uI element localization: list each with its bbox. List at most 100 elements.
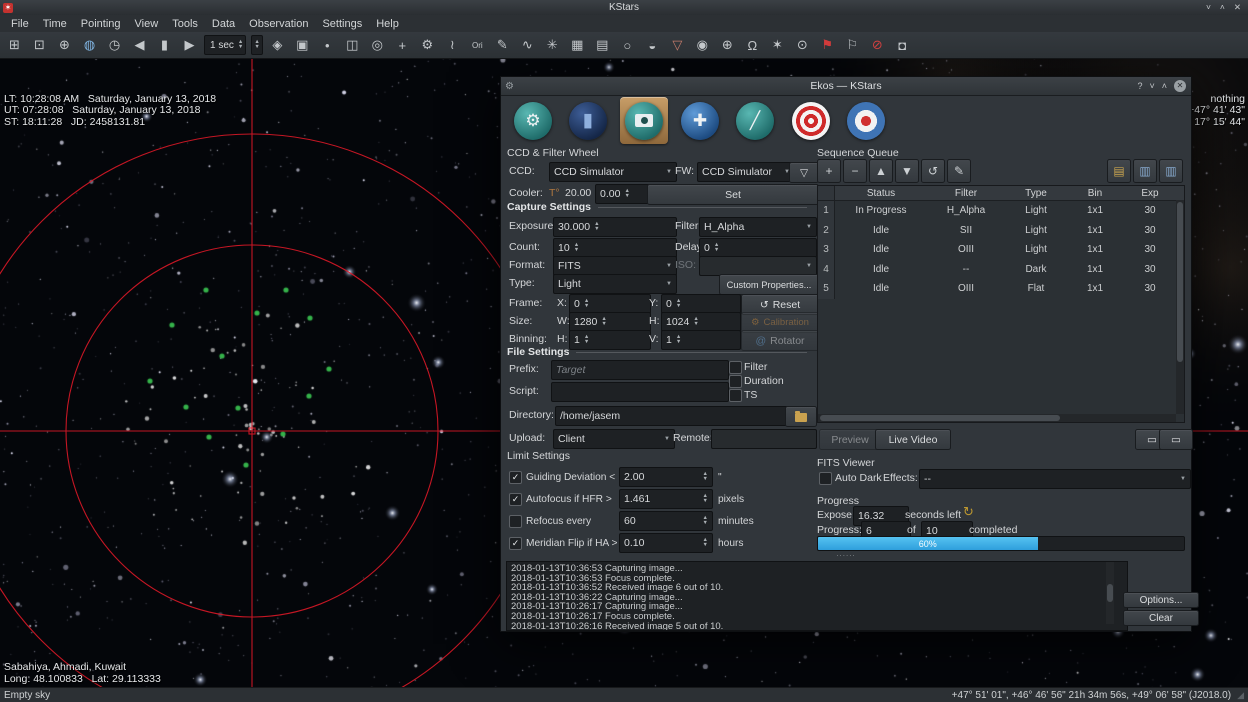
splitter-handle[interactable]: ...... [501, 550, 1191, 558]
horizontal-grid-icon[interactable]: ▤ [593, 36, 612, 55]
constellation-names-icon[interactable]: Ori [468, 36, 487, 55]
options-button[interactable]: Options... [1123, 592, 1199, 608]
main-titlebar[interactable]: ✶ KStars [0, 0, 1248, 16]
track-object-icon[interactable]: • [318, 36, 337, 55]
tab-mount[interactable]: ╱ [731, 97, 779, 144]
menu-item[interactable]: Tools [165, 17, 205, 31]
star-hopper-icon[interactable]: ✶ [768, 36, 787, 55]
menu-item[interactable]: Pointing [74, 17, 128, 31]
find-object-icon[interactable]: ⊡ [30, 36, 49, 55]
lock-position-icon[interactable]: Ω [743, 36, 762, 55]
equatorial-grid-icon[interactable]: ▦ [568, 36, 587, 55]
type-select[interactable]: Light [553, 274, 677, 294]
frame-x-spinbox[interactable]: 0 [569, 294, 651, 314]
set-time-icon[interactable]: ◷ [105, 36, 124, 55]
tab-guide[interactable] [787, 97, 835, 144]
table-vertical-scrollbar[interactable] [1176, 200, 1184, 414]
tab-setup[interactable]: ⚙ [509, 97, 557, 144]
limit-checkbox[interactable]: ✓ [509, 493, 522, 506]
constellation-lines-icon[interactable]: ∿ [518, 36, 537, 55]
column-status[interactable]: Status [835, 188, 927, 199]
limit-spinbox[interactable]: 1.461 [619, 489, 713, 509]
column-exp[interactable]: Exp [1123, 188, 1177, 199]
unshade-icon[interactable] [1162, 81, 1167, 91]
internet-link-icon[interactable]: ≀ [443, 36, 462, 55]
sequence-row[interactable]: 5 Idle OIII Flat 1x1 30 [818, 279, 1184, 299]
fits-preview-button[interactable]: ▭ [1159, 429, 1193, 450]
add-job-icon[interactable]: + [817, 159, 841, 183]
directory-input[interactable]: /home/jasem [555, 406, 791, 426]
focus-point-icon[interactable]: ◈ [268, 36, 287, 55]
tab-focus[interactable]: ✚ [676, 97, 724, 144]
remove-job-icon[interactable]: − [843, 159, 867, 183]
log-output[interactable]: 2018-01-13T10:36:53 Capturing image...20… [506, 561, 1128, 631]
filter-select[interactable]: H_Alpha [699, 217, 817, 237]
time-step-back-icon[interactable]: ◀ [130, 36, 149, 55]
time-info-box[interactable]: LT: 10:28:08 AM Saturday, January 13, 20… [4, 59, 216, 128]
edit-job-icon[interactable]: ✎ [947, 159, 971, 183]
fw-select[interactable]: CCD Simulator [697, 162, 795, 182]
limit-checkbox[interactable]: ✓ [509, 471, 522, 484]
menu-item[interactable]: Observation [242, 17, 315, 31]
ecliptic-icon[interactable]: ○ [618, 36, 637, 55]
log-scrollbar[interactable] [1106, 562, 1114, 624]
shade-icon[interactable] [1149, 81, 1154, 91]
add-deep-sky-icon[interactable]: + [393, 36, 412, 55]
custom-properties-button[interactable]: Custom Properties... [719, 274, 819, 295]
observation-flag-icon[interactable]: ⚑ [818, 36, 837, 55]
whats-interesting-icon[interactable]: ◉ [693, 36, 712, 55]
deep-sky-objects-icon[interactable]: ✳ [543, 36, 562, 55]
zoom-in-icon[interactable]: ⊕ [55, 36, 74, 55]
filter-checkbox[interactable] [729, 361, 742, 374]
time-step-spinbox[interactable]: 1 sec [204, 35, 246, 55]
add-flag-icon[interactable]: ⚐ [843, 36, 862, 55]
menu-item[interactable]: File [4, 17, 36, 31]
upload-select[interactable]: Client [553, 429, 675, 449]
limit-spinbox[interactable]: 2.00 [619, 467, 713, 487]
duration-checkbox[interactable] [729, 375, 742, 388]
fov-symbol-icon[interactable]: ◎ [368, 36, 387, 55]
constellation-art-icon[interactable]: ✎ [493, 36, 512, 55]
resize-grip[interactable] [1231, 690, 1244, 701]
column-type[interactable]: Type [1005, 188, 1067, 199]
tab-capture[interactable] [620, 97, 668, 144]
count-spinbox[interactable]: 10 [553, 238, 677, 258]
sequence-row[interactable]: 2 Idle SII Light 1x1 30 [818, 221, 1184, 241]
menu-item[interactable]: Time [36, 17, 74, 31]
limit-checkbox[interactable]: ✓ [509, 537, 522, 550]
unshade-icon[interactable] [1220, 2, 1225, 13]
script-input[interactable] [551, 382, 729, 402]
zoom-to-fit-icon[interactable]: ⊞ [5, 36, 24, 55]
capture-image-icon[interactable]: ▣ [293, 36, 312, 55]
filter-manager-button[interactable]: ▽ [789, 162, 819, 183]
shade-icon[interactable] [1206, 2, 1211, 13]
tab-align[interactable] [842, 97, 890, 144]
column-filter[interactable]: Filter [927, 188, 1005, 199]
stop-clock-icon[interactable]: ▮ [155, 36, 174, 55]
browse-directory-button[interactable] [785, 406, 817, 427]
open-sequence-icon[interactable]: ▤ [1107, 159, 1131, 183]
menu-item[interactable]: Help [369, 17, 406, 31]
menu-item[interactable]: Settings [315, 17, 369, 31]
limit-spinbox[interactable]: 60 [619, 511, 713, 531]
limit-checkbox[interactable] [509, 515, 522, 528]
location-info-box[interactable]: Sabahiya, Ahmadi, KuwaitLong: 48.100833 … [4, 628, 161, 686]
start-clock-icon[interactable]: ▶ [180, 36, 199, 55]
live-video-button[interactable]: Live Video [875, 429, 951, 450]
download-data-icon[interactable]: ◍ [80, 36, 99, 55]
table-horizontal-scrollbar[interactable] [818, 414, 1176, 422]
ts-checkbox[interactable] [729, 389, 742, 402]
menu-item[interactable]: View [128, 17, 166, 31]
time-unit-stepper[interactable] [251, 35, 262, 55]
size-h-spinbox[interactable]: 1024 [661, 312, 741, 332]
hips-overlay-icon[interactable]: ⊕ [718, 36, 737, 55]
clear-log-button[interactable]: Clear [1123, 610, 1199, 626]
auto-dark-checkbox[interactable] [819, 472, 832, 485]
exposure-spinbox[interactable]: 30.000 [553, 217, 677, 237]
prefix-input[interactable]: Target [551, 360, 729, 380]
night-vision-icon[interactable]: ⊘ [868, 36, 887, 55]
move-job-down-icon[interactable]: ▼ [895, 159, 919, 183]
opaque-ground-icon[interactable]: ◒ [643, 36, 662, 55]
sequence-row[interactable]: 4 Idle -- Dark 1x1 30 [818, 260, 1184, 280]
configure-icon[interactable]: ⚙ [418, 36, 437, 55]
